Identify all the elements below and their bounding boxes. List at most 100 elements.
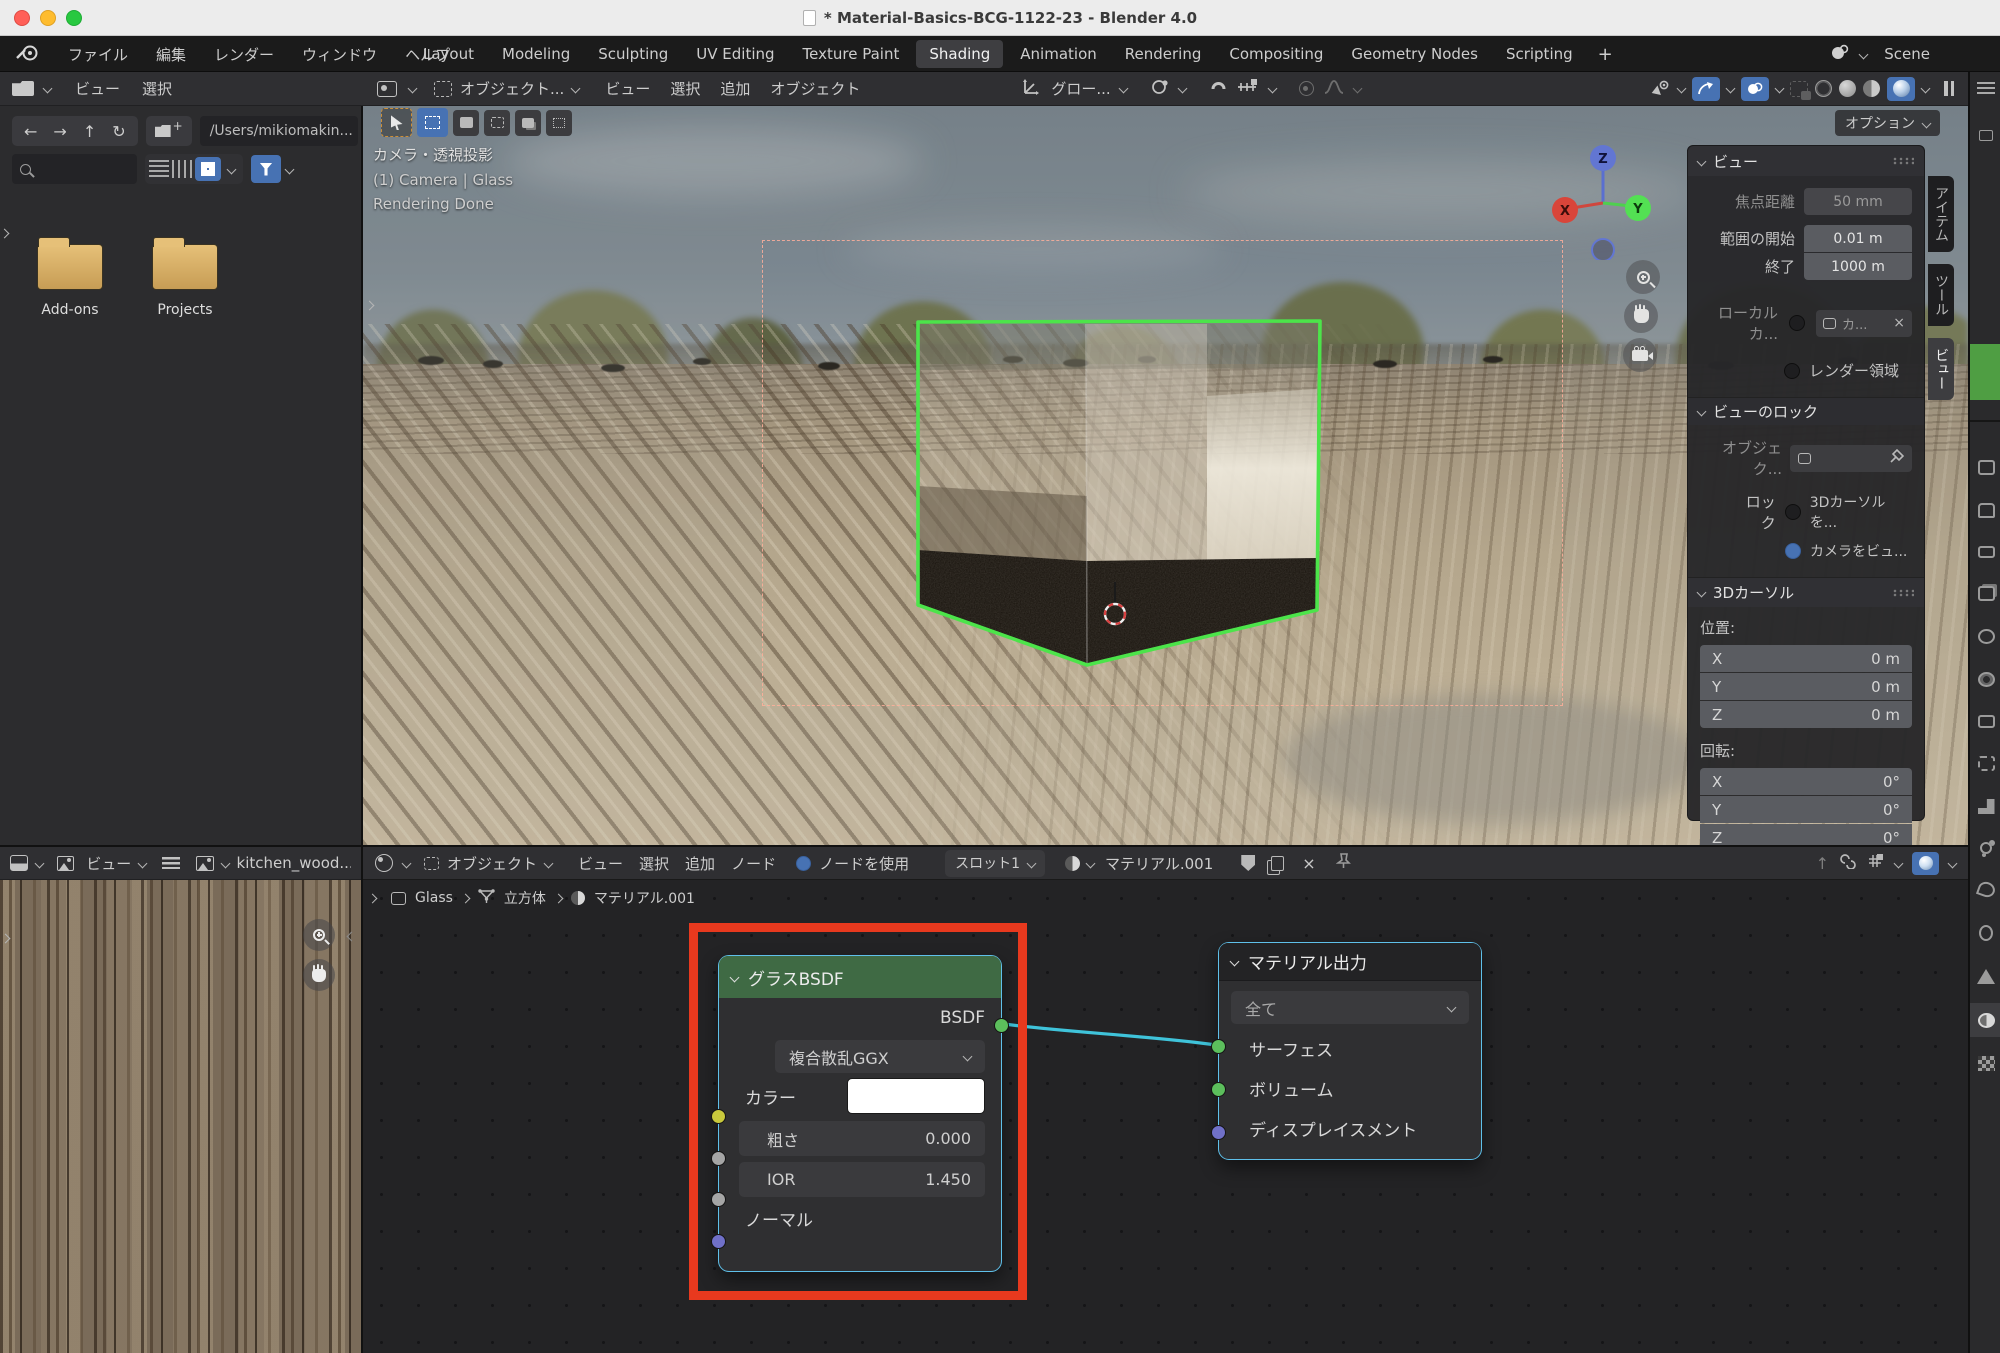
volume-input-socket[interactable]	[1211, 1082, 1226, 1097]
breadcrumb-mesh[interactable]: 立方体	[504, 888, 546, 908]
linked-node-icon[interactable]	[1839, 853, 1857, 873]
select-intersect-tool[interactable]	[546, 110, 572, 136]
orientation-chevron[interactable]	[1118, 84, 1128, 94]
menu-file[interactable]: ファイル	[68, 44, 128, 65]
tab-object-data-icon[interactable]	[1977, 969, 1995, 984]
pivot-chevron[interactable]	[1177, 84, 1187, 94]
falloff-chevron[interactable]	[1352, 84, 1362, 94]
display-settings-chevron[interactable]	[227, 164, 237, 174]
shader-menu-view[interactable]: ビュー	[578, 853, 623, 874]
select-box-tool[interactable]	[417, 108, 448, 137]
workspace-tab-modeling[interactable]: Modeling	[491, 40, 581, 68]
pin-icon[interactable]	[1336, 853, 1351, 873]
visibility-chevron[interactable]	[1677, 84, 1687, 94]
slot-dropdown[interactable]: スロット1	[945, 850, 1045, 877]
clip-end-field[interactable]: 1000 m	[1804, 253, 1912, 280]
tab-tool-icon[interactable]	[1978, 460, 1995, 475]
cursor-rot-y-field[interactable]: Y0°	[1700, 796, 1912, 823]
shading-chevron[interactable]	[1921, 84, 1931, 94]
folder-item-addons[interactable]: Add-ons	[30, 244, 110, 318]
pause-render-icon[interactable]	[1944, 81, 1954, 96]
path-field[interactable]: /Users/mikiomakin...	[200, 116, 358, 146]
viewport-editor-chevron[interactable]	[408, 84, 418, 94]
file-browser-menu-select[interactable]: 選択	[142, 78, 172, 99]
camera-to-view-checkbox[interactable]	[1785, 543, 1801, 559]
render-pass-button[interactable]	[1912, 852, 1939, 875]
eyedropper-icon[interactable]	[1890, 449, 1904, 467]
image-name[interactable]: kitchen_wood...	[237, 854, 352, 872]
workspace-tab-uv-editing[interactable]: UV Editing	[685, 40, 785, 68]
shading-rendered-button[interactable]	[1887, 77, 1915, 101]
material-output-node[interactable]: マテリアル出力 全て サーフェス ボリューム ディスプレイスメント	[1218, 942, 1482, 1160]
image-editor-menu-view[interactable]: ビュー	[86, 853, 131, 874]
tab-render-icon[interactable]	[1978, 503, 1995, 518]
gizmos-chevron[interactable]	[1726, 84, 1736, 94]
view-menu-chevron[interactable]	[138, 858, 148, 868]
view-section-header[interactable]: ビュー	[1688, 146, 1924, 176]
tab-view-layer-icon[interactable]	[1978, 586, 1995, 601]
filter-chevron[interactable]	[285, 164, 295, 174]
local-camera-field[interactable]: カ... ×	[1816, 310, 1912, 337]
select-difference-tool[interactable]	[515, 110, 541, 136]
cursor-loc-x-field[interactable]: X0 m	[1700, 645, 1912, 672]
tab-material-active[interactable]	[1970, 1003, 2000, 1037]
navigation-gizmo[interactable]: Z X Y	[1543, 140, 1663, 260]
search-field[interactable]	[12, 154, 137, 184]
image-pan-button[interactable]	[303, 959, 335, 991]
proportional-edit-icon[interactable]	[1299, 81, 1314, 96]
tab-texture-icon[interactable]	[1978, 1056, 1995, 1071]
sidebar-tab-view[interactable]: ビュー	[1928, 338, 1954, 400]
snapping-node-icon[interactable]	[1867, 853, 1885, 873]
surface-input-socket[interactable]	[1211, 1039, 1226, 1054]
cursor-section-header[interactable]: 3Dカーソル	[1688, 577, 1924, 607]
breadcrumb-material[interactable]: マテリアル.001	[594, 888, 695, 908]
tab-object-icon[interactable]	[1978, 756, 1995, 771]
workspace-tab-sculpting[interactable]: Sculpting	[587, 40, 679, 68]
material-selector[interactable]: マテリアル.001	[1065, 853, 1213, 874]
select-tweak-tool[interactable]	[381, 108, 412, 137]
file-browser-menu-view[interactable]: ビュー	[75, 78, 120, 99]
editor-type-chevron[interactable]	[43, 84, 53, 94]
xray-toggle-icon[interactable]	[1790, 81, 1808, 97]
editor-type-chevron[interactable]	[402, 858, 412, 868]
use-nodes-checkbox[interactable]: ノードを使用	[796, 853, 909, 874]
workspace-tab-layout[interactable]: Layout	[412, 40, 485, 68]
editor-type-chevron[interactable]	[34, 858, 44, 868]
menu-edit[interactable]: 編集	[156, 44, 186, 65]
falloff-curve-icon[interactable]	[1323, 79, 1345, 99]
browse-image-chevron[interactable]	[220, 858, 230, 868]
view-lock-section-header[interactable]: ビューのロック	[1688, 397, 1924, 425]
node-collapse-chevron[interactable]	[1230, 957, 1240, 967]
focal-length-field[interactable]: 50 mm	[1804, 188, 1912, 215]
shader-type-selector[interactable]: オブジェクト	[424, 853, 552, 874]
workspace-tab-scripting[interactable]: Scripting	[1495, 40, 1584, 68]
transform-orientation-icon[interactable]	[1022, 78, 1042, 100]
snap-chevron[interactable]	[1267, 84, 1277, 94]
viewport-menu-object[interactable]: オブジェクト	[770, 78, 860, 99]
snap-magnet-icon[interactable]	[1209, 78, 1227, 100]
display-vertical-list-icon[interactable]	[149, 160, 169, 178]
select-subtract-tool[interactable]	[484, 110, 510, 136]
shader-menu-node[interactable]: ノード	[731, 853, 776, 874]
panel-grip[interactable]	[1892, 157, 1914, 165]
lock-object-field[interactable]	[1790, 445, 1912, 472]
tab-output-icon[interactable]	[1978, 546, 1995, 558]
browse-image-icon[interactable]	[196, 856, 214, 871]
add-workspace-button[interactable]: +	[1590, 39, 1621, 70]
workspace-tab-rendering[interactable]: Rendering	[1114, 40, 1213, 68]
select-extend-tool[interactable]	[453, 110, 479, 136]
cursor-loc-y-field[interactable]: Y0 m	[1700, 673, 1912, 700]
viewport-options-button[interactable]: オプション	[1835, 110, 1940, 136]
outliner-collection-icon[interactable]	[1979, 130, 1993, 141]
sidebar-tab-tool[interactable]: ツール	[1928, 264, 1954, 326]
hamburger-menu-icon[interactable]	[162, 857, 180, 869]
display-horizontal-list-icon[interactable]	[172, 160, 192, 178]
back-button[interactable]: ←	[18, 122, 43, 141]
pivot-point-icon[interactable]	[1150, 78, 1170, 100]
refresh-button[interactable]: ↻	[106, 122, 131, 141]
up-directory-button[interactable]: ↑	[77, 122, 102, 141]
overlays-chevron[interactable]	[1775, 84, 1785, 94]
lock-3d-cursor-checkbox[interactable]	[1785, 504, 1801, 520]
image-zoom-button[interactable]	[303, 919, 335, 951]
viewport-menu-add[interactable]: 追加	[720, 78, 750, 99]
